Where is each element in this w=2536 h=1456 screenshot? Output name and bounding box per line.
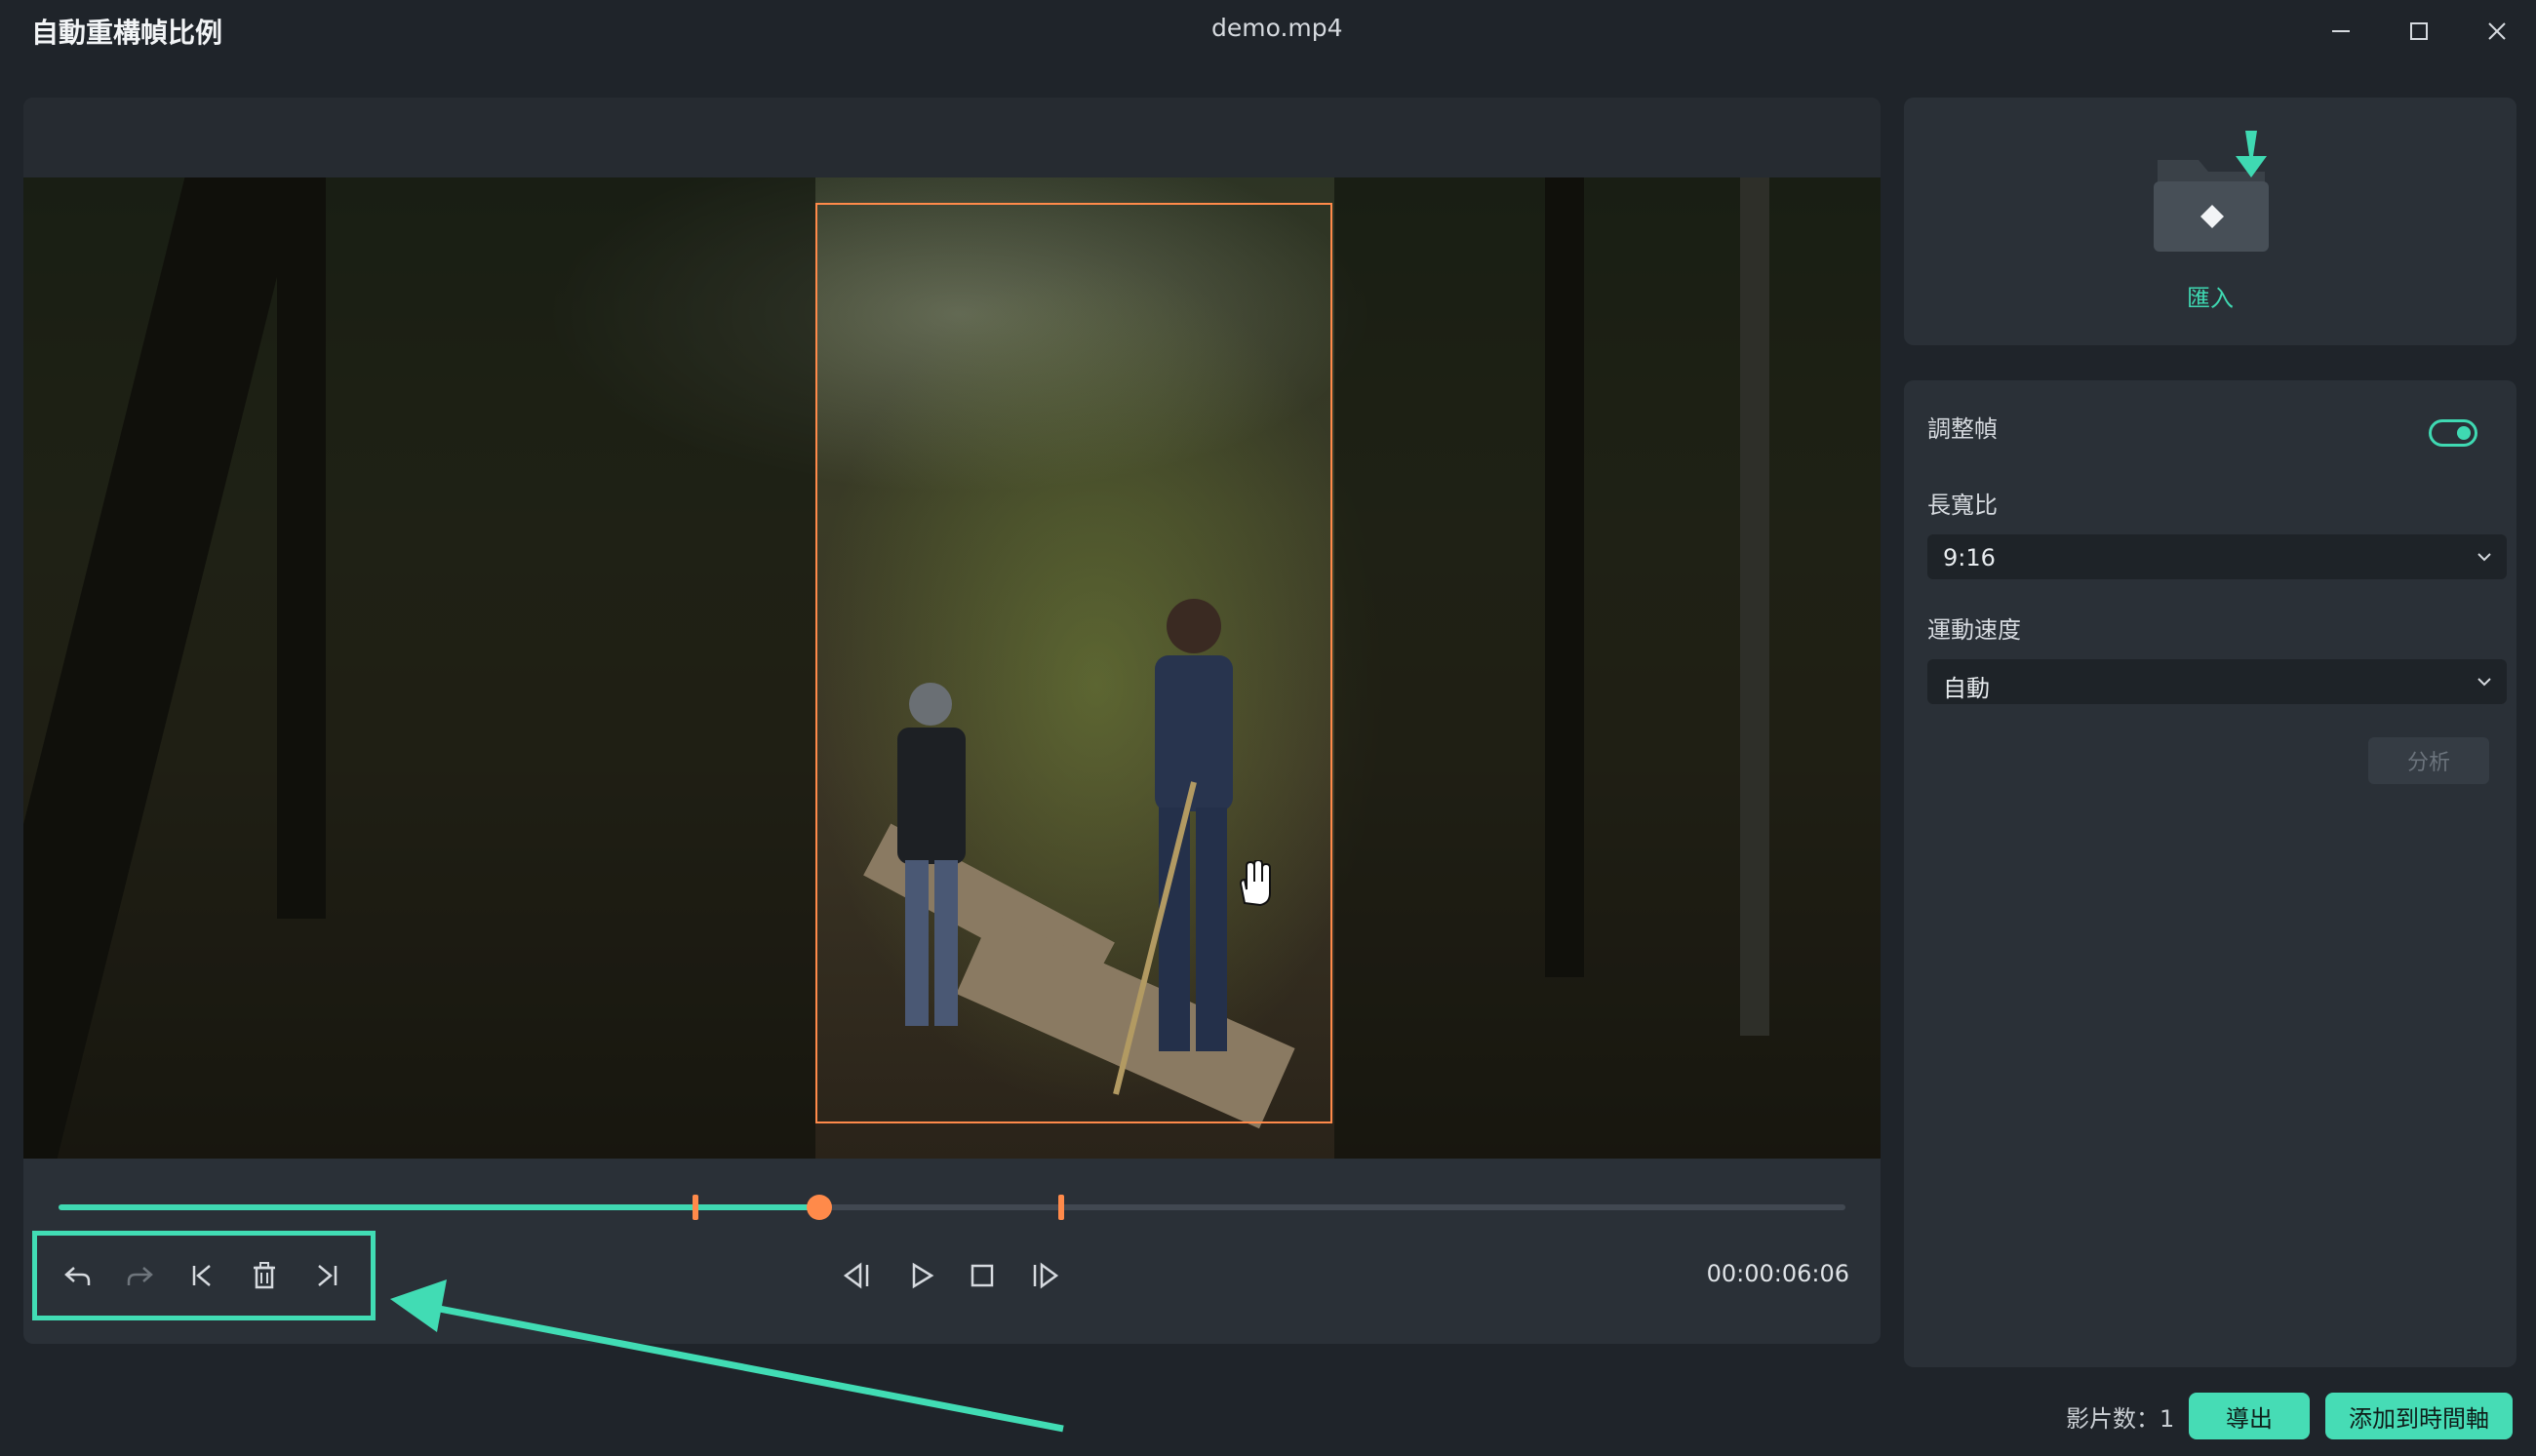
- title-bar: 自動重構幀比例 demo.mp4: [0, 0, 2536, 62]
- app-title: 自動重構幀比例: [31, 17, 223, 49]
- redo-button[interactable]: [113, 1249, 166, 1302]
- preview-top-bar: [23, 98, 1881, 177]
- analyze-button[interactable]: 分析: [2368, 737, 2489, 784]
- adjust-frame-toggle[interactable]: [2429, 419, 2477, 447]
- stop-button[interactable]: [956, 1249, 1009, 1302]
- crop-mask-right: [1334, 177, 1881, 1159]
- chevron-down-icon: [2477, 678, 2491, 687]
- add-to-timeline-button[interactable]: 添加到時間軸: [2325, 1393, 2513, 1439]
- redo-icon: [127, 1267, 153, 1285]
- import-card[interactable]: 匯入: [1904, 98, 2516, 345]
- hand-cursor-icon: [1239, 860, 1271, 907]
- playhead[interactable]: [807, 1195, 832, 1220]
- clip-count: 影片数：1: [2066, 1405, 2175, 1433]
- chevron-down-icon: [2477, 553, 2491, 562]
- import-folder-icon: [2154, 131, 2269, 252]
- maximize-button[interactable]: [2397, 12, 2440, 51]
- crop-frame[interactable]: [815, 203, 1332, 1123]
- next-frame-button[interactable]: [1018, 1249, 1071, 1302]
- keyframe-marker[interactable]: [693, 1195, 698, 1220]
- go-to-end-button[interactable]: [300, 1249, 353, 1302]
- timeline-progress: [59, 1204, 819, 1210]
- motion-speed-label: 運動速度: [1927, 616, 2021, 644]
- aspect-ratio-label: 長寬比: [1927, 492, 1998, 519]
- trash-icon: [254, 1262, 275, 1289]
- crop-mask-left: [23, 177, 815, 1159]
- go-to-start-button[interactable]: [176, 1249, 228, 1302]
- motion-speed-value: 自動: [1943, 675, 1990, 702]
- stop-icon: [971, 1264, 994, 1287]
- adjust-frame-label: 調整幀: [1927, 415, 1998, 443]
- keyframe-marker[interactable]: [1058, 1195, 1064, 1220]
- file-name-title: demo.mp4: [1211, 14, 1343, 42]
- previous-frame-button[interactable]: [831, 1249, 884, 1302]
- aspect-ratio-select[interactable]: 9:16: [1927, 534, 2507, 579]
- skip-to-start-icon: [192, 1265, 211, 1286]
- aspect-ratio-value: 9:16: [1943, 544, 1996, 571]
- import-label[interactable]: 匯入: [1904, 279, 2516, 313]
- play-button[interactable]: [895, 1249, 948, 1302]
- timecode: 00:00:06:06: [1706, 1260, 1849, 1287]
- motion-speed-select[interactable]: 自動: [1927, 659, 2507, 704]
- play-icon: [912, 1262, 934, 1289]
- minimize-icon: [2332, 30, 2350, 32]
- undo-icon: [64, 1267, 91, 1285]
- maximize-icon: [2410, 22, 2428, 40]
- close-window-button[interactable]: [2476, 12, 2518, 51]
- export-button[interactable]: 導出: [2189, 1393, 2310, 1439]
- settings-panel: 調整幀 長寬比 9:16 運動速度 自動 分析: [1904, 380, 2516, 1367]
- preview-panel: [23, 98, 1881, 1344]
- next-frame-icon: [1033, 1262, 1059, 1289]
- toggle-knob: [2457, 426, 2471, 440]
- close-icon: [2488, 22, 2506, 40]
- undo-button[interactable]: [52, 1249, 104, 1302]
- video-preview[interactable]: [23, 177, 1881, 1159]
- delete-keyframe-button[interactable]: [238, 1249, 291, 1302]
- skip-to-end-icon: [318, 1265, 337, 1286]
- minimize-button[interactable]: [2319, 12, 2362, 51]
- previous-frame-icon: [843, 1262, 869, 1289]
